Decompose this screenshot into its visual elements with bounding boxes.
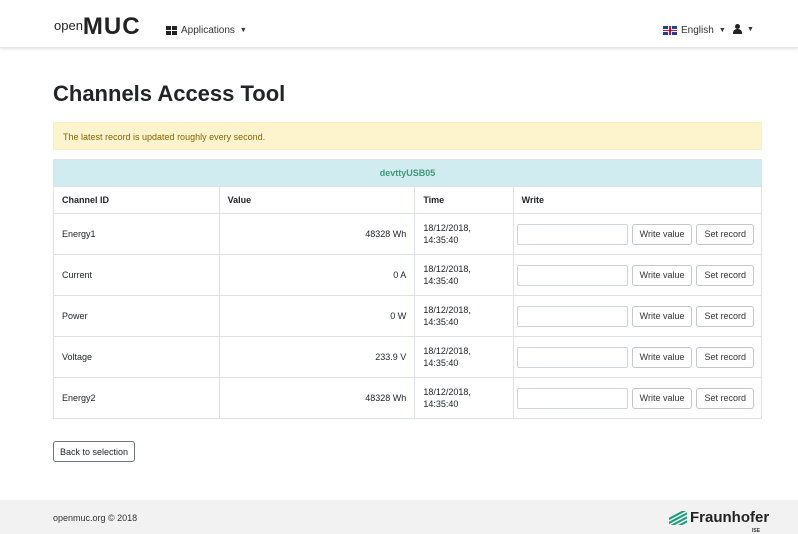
time-clock: 14:35:40 [423, 358, 459, 368]
user-icon [733, 24, 742, 34]
device-name: devttyUSB05 [53, 159, 762, 187]
table-row: Current 0 A 18/12/2018, 14:35:40 Write value… [53, 254, 763, 296]
footer-copyright: openmuc.org © 2018 [53, 513, 138, 523]
language-label: English [681, 25, 714, 36]
table-header-row: Channel ID Value Time Write [53, 186, 763, 214]
value-cell: 0 W [218, 295, 416, 337]
table-row: Voltage 233.9 V 18/12/2018, 14:35:40 Write v… [53, 336, 763, 378]
fraunhofer-mark-icon [669, 510, 687, 525]
time-cell: 18/12/2018, 14:35:40 [414, 254, 514, 296]
page-title: Channels Access Tool [53, 81, 286, 106]
brand-logo[interactable]: open MUC [54, 14, 141, 40]
table-row: Energy1 48328 Wh 18/12/2018, 14:35:40 Write … [53, 213, 763, 255]
uk-flag-icon [663, 26, 677, 35]
set-record-button[interactable]: Set record [696, 223, 754, 245]
applications-label: Applications [181, 25, 235, 36]
fraunhofer-logo: Fraunhofer [669, 509, 769, 526]
time-cell: 18/12/2018, 14:35:40 [414, 213, 514, 255]
write-value-input[interactable] [516, 305, 628, 327]
column-header-value: Value [218, 186, 416, 214]
time-clock: 14:35:40 [423, 235, 459, 245]
column-header-write: Write [512, 186, 763, 214]
table-row: Power 0 W 18/12/2018, 14:35:40 Write value Se… [53, 295, 763, 337]
time-date: 18/12/2018, [423, 305, 471, 315]
brand-muc-text: MUC [82, 13, 141, 40]
time-clock: 14:35:40 [423, 276, 459, 286]
user-menu[interactable]: ▼ [733, 24, 754, 34]
write-value-button[interactable]: Write value [631, 264, 693, 286]
time-cell: 18/12/2018, 14:35:40 [414, 336, 514, 378]
device-header-row: devttyUSB05 [53, 159, 762, 187]
channels-table: devttyUSB05 Channel ID Value Time Write … [53, 159, 763, 419]
time-cell: 18/12/2018, 14:35:40 [414, 295, 514, 337]
info-alert: The latest record is updated roughly eve… [53, 122, 762, 150]
write-value-button[interactable]: Write value [631, 305, 693, 327]
value-cell: 0 A [218, 254, 416, 296]
write-value-input[interactable] [516, 264, 628, 286]
language-menu[interactable]: English ▼ [663, 25, 726, 36]
column-header-time: Time [414, 186, 514, 214]
time-date: 18/12/2018, [423, 387, 471, 397]
write-cell: Write value Set record [512, 377, 763, 419]
channel-id-cell: Current [53, 254, 220, 296]
back-to-selection-button[interactable]: Back to selection [53, 441, 136, 462]
navbar: open MUC Applications ▼ English ▼ ▼ [0, 0, 798, 48]
channel-id-cell: Energy2 [53, 377, 220, 419]
fraunhofer-logo-text: Fraunhofer [690, 509, 770, 526]
chevron-down-icon: ▼ [718, 27, 726, 34]
channel-id-cell: Energy1 [53, 213, 220, 255]
table-body: Energy1 48328 Wh 18/12/2018, 14:35:40 Write … [53, 213, 763, 419]
write-value-input[interactable] [516, 387, 628, 409]
column-header-channel-id: Channel ID [53, 186, 220, 214]
write-value-input[interactable] [516, 346, 628, 368]
time-date: 18/12/2018, [423, 223, 471, 233]
set-record-button[interactable]: Set record [696, 387, 754, 409]
grid-icon [166, 26, 177, 35]
write-cell: Write value Set record [512, 213, 763, 255]
footer: openmuc.org © 2018 Fraunhofer ISE [0, 500, 798, 534]
write-cell: Write value Set record [512, 295, 763, 337]
time-clock: 14:35:40 [423, 317, 459, 327]
channel-id-cell: Power [53, 295, 220, 337]
write-cell: Write value Set record [512, 254, 763, 296]
time-cell: 18/12/2018, 14:35:40 [414, 377, 514, 419]
chevron-down-icon: ▼ [239, 27, 247, 34]
channels-table-container: devttyUSB05 Channel ID Value Time Write … [53, 159, 763, 419]
write-value-input[interactable] [516, 223, 628, 245]
set-record-button[interactable]: Set record [696, 346, 754, 368]
set-record-button[interactable]: Set record [696, 305, 754, 327]
channel-id-cell: Voltage [53, 336, 220, 378]
value-cell: 233.9 V [218, 336, 416, 378]
fraunhofer-logo-subtext: ISE [752, 528, 761, 534]
write-value-button[interactable]: Write value [631, 223, 693, 245]
time-clock: 14:35:40 [423, 399, 459, 409]
chevron-down-icon: ▼ [747, 25, 754, 33]
brand-open-text: open [54, 18, 83, 33]
value-cell: 48328 Wh [218, 377, 416, 419]
value-cell: 48328 Wh [218, 213, 416, 255]
write-value-button[interactable]: Write value [631, 346, 693, 368]
write-value-button[interactable]: Write value [631, 387, 693, 409]
time-date: 18/12/2018, [423, 346, 471, 356]
write-cell: Write value Set record [512, 336, 763, 378]
time-date: 18/12/2018, [423, 264, 471, 274]
table-row: Energy2 48328 Wh 18/12/2018, 14:35:40 Write … [53, 377, 763, 419]
set-record-button[interactable]: Set record [696, 264, 754, 286]
applications-menu[interactable]: Applications ▼ [166, 25, 247, 36]
